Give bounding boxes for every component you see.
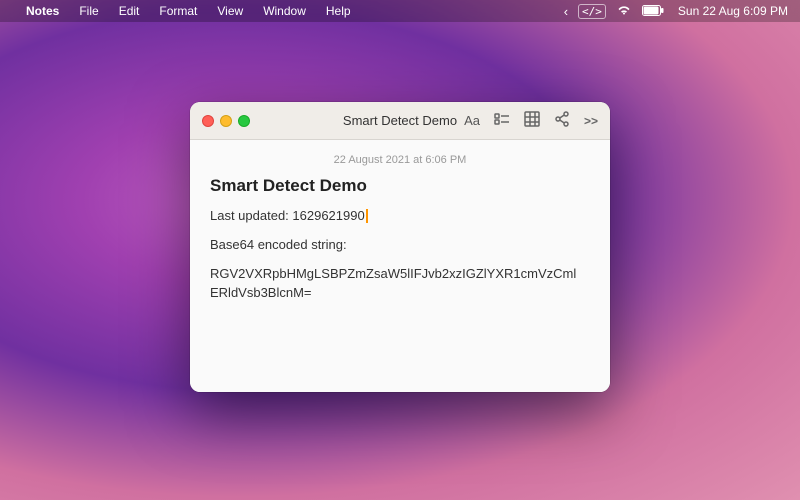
expand-button[interactable]: >> [584,114,598,128]
checklist-button[interactable] [494,111,510,130]
battery-icon [642,4,664,19]
note-title: Smart Detect Demo [210,176,590,196]
menu-help[interactable]: Help [322,4,355,18]
window-title: Smart Detect Demo [343,113,457,128]
code-icon[interactable]: </> [578,4,606,19]
menu-window[interactable]: Window [259,4,310,18]
chevron-left-icon[interactable]: ‹ [564,4,568,19]
menu-format[interactable]: Format [155,4,201,18]
minimize-button[interactable] [220,115,232,127]
maximize-button[interactable] [238,115,250,127]
menu-bar-right: ‹ </> Sun 22 Aug 6:09 PM [564,4,792,19]
wifi-icon[interactable] [616,4,632,19]
desktop: Smart Detect Demo Aa [0,22,800,500]
toolbar-icons: Aa [464,111,598,130]
note-date: 22 August 2021 at 6:06 PM [210,154,590,166]
base64-value: RGV2VXRpbHMgLSBPZmZsaW5lIFJvb2xzIGZlYXR1… [210,264,590,303]
text-cursor [366,209,368,223]
menu-view[interactable]: View [213,4,247,18]
datetime: Sun 22 Aug 6:09 PM [674,4,792,18]
font-button[interactable]: Aa [464,113,480,128]
menu-app-name[interactable]: Notes [22,4,63,18]
close-button[interactable] [202,115,214,127]
title-bar: Smart Detect Demo Aa [190,102,610,140]
menu-file[interactable]: File [75,4,102,18]
menu-bar: Notes File Edit Format View Window Help … [0,0,800,22]
menu-edit[interactable]: Edit [115,4,144,18]
share-button[interactable] [554,111,570,130]
traffic-lights [202,115,250,127]
last-updated-line: Last updated: 1629621990 [210,206,590,227]
table-button[interactable] [524,111,540,130]
note-content[interactable]: 22 August 2021 at 6:06 PM Smart Detect D… [190,140,610,392]
base64-label-line: Base64 encoded string: [210,235,590,256]
note-body[interactable]: Last updated: 1629621990 Base64 encoded … [210,206,590,303]
notes-window: Smart Detect Demo Aa [190,102,610,392]
